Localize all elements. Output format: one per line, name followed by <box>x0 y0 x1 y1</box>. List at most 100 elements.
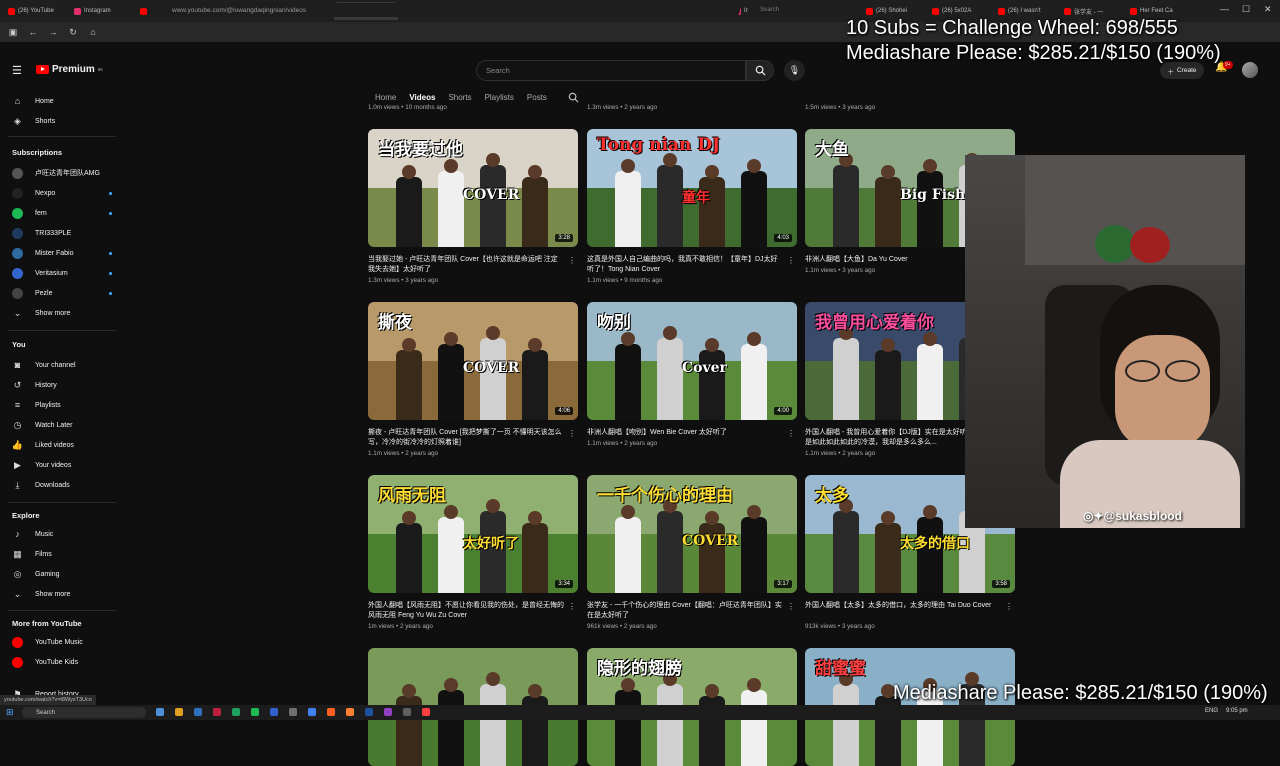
channel-avatar <box>12 267 23 279</box>
sidebar-item-download[interactable]: ⤓ Downloads <box>12 475 112 495</box>
sidebar-item-subscription[interactable]: Pezle <box>12 283 112 303</box>
sidebar-item-gaming[interactable]: ◎ Gaming <box>12 564 112 584</box>
sidebar-item-yt-app[interactable]: YouTube Music <box>12 632 112 652</box>
taskbar-app-icon[interactable] <box>346 708 354 716</box>
video-title[interactable]: 外国人翻唱【风雨无阻】不愿让你看见我的伤处，是曾经无悔的风雨无阻 Feng Yu… <box>368 601 564 620</box>
sidebar-item-channel[interactable]: ◙ Your channel <box>12 355 112 375</box>
taskbar-app-icon[interactable] <box>213 708 221 716</box>
video-thumbnail[interactable]: 撕夜 COVER 4:06 <box>368 302 578 420</box>
video-title[interactable]: 这真是外国人自己编曲的吗，我真不敢相信！【童年】DJ太好听了！Tong Nian… <box>587 255 783 274</box>
tab-home[interactable]: Home <box>375 93 396 102</box>
windows-start-icon[interactable]: ⊞ <box>6 707 14 718</box>
maximize-icon[interactable]: ☐ <box>1242 4 1250 15</box>
twitter-icon: ✦ <box>1093 509 1104 523</box>
browser-search-field[interactable]: Search <box>748 3 840 17</box>
taskbar-app-icon[interactable] <box>270 708 278 716</box>
sidebar-item-subscription[interactable]: fem <box>12 203 112 223</box>
sidebar-item-your-videos[interactable]: ▶ Your videos <box>12 455 112 475</box>
youtube-search-input[interactable]: Search <box>476 60 746 81</box>
taskbar-search[interactable]: Search <box>22 707 146 718</box>
more-actions-icon[interactable]: ⋮ <box>787 429 795 438</box>
person-head <box>621 678 635 692</box>
you-header[interactable]: You <box>12 340 26 349</box>
video-title[interactable]: 撕夜 - 卢旺达青年团队 Cover [我把梦撕了一页 不懂明天该怎么写，冷冷的… <box>368 428 564 447</box>
sidebar-item-home[interactable]: ⌂ Home <box>12 91 112 111</box>
forward-icon[interactable]: → <box>46 25 60 39</box>
thumbnail-caption: 大鱼 <box>815 140 849 160</box>
taskbar-app-icon[interactable] <box>327 708 335 716</box>
person-head <box>747 332 761 346</box>
sidebar-item-shorts[interactable]: ◈ Shorts <box>12 111 112 131</box>
video-thumbnail[interactable]: 一千个伤心的理由 COVER 3:17 <box>587 475 797 593</box>
back-icon[interactable]: ← <box>26 25 40 39</box>
video-thumbnail[interactable]: Tong nian DJ 童年 4:03 <box>587 129 797 247</box>
home-icon[interactable]: ⌂ <box>86 25 100 39</box>
sidebar-item-films[interactable]: ▦ Films <box>12 544 112 564</box>
sidebar-item-watch-later[interactable]: ◷ Watch Later <box>12 415 112 435</box>
account-avatar[interactable] <box>1242 62 1258 78</box>
youtube-logo[interactable]: Premium 96 <box>36 64 103 75</box>
reload-icon[interactable]: ↻ <box>66 25 80 39</box>
sidebar-item-like[interactable]: 👍 Liked videos <box>12 435 112 455</box>
url-field[interactable]: www.youtube.com/@luwangdaqingnian/videos <box>150 3 740 17</box>
tab-playlists[interactable]: Playlists <box>485 93 514 102</box>
sidebar-item-subscription[interactable]: TRI333PLE <box>12 223 112 243</box>
video-thumbnail[interactable]: 风雨无阻 太好听了 3:34 <box>368 475 578 593</box>
video-thumbnail[interactable]: 吻别 Cover 4:00 <box>587 302 797 420</box>
more-actions-icon[interactable]: ⋮ <box>787 256 795 265</box>
taskbar-app-icon[interactable] <box>308 708 316 716</box>
thumbnail-caption-secondary: COVER <box>463 360 520 376</box>
search-button[interactable] <box>746 60 774 81</box>
sidebar-item-subscription[interactable]: Veritasium <box>12 263 112 283</box>
tab-shorts[interactable]: Shorts <box>448 93 471 102</box>
sidebar-item-history[interactable]: ↺ History <box>12 375 112 395</box>
more-actions-icon[interactable]: ⋮ <box>568 429 576 438</box>
sidebar-item-yt-app[interactable]: YouTube Kids <box>12 652 112 672</box>
taskbar-app-icon[interactable] <box>384 708 392 716</box>
voice-search-button[interactable]: 🎙 <box>784 60 805 81</box>
channel-search-icon[interactable] <box>568 90 579 108</box>
taskbar-app-icon[interactable] <box>175 708 183 716</box>
video-title[interactable]: 张学友 - 一千个伤心的理由 Cover【翻唱：卢旺达青年团队】实在是太好听了 <box>587 601 783 620</box>
video-title[interactable]: 非洲人翻唱【吻别】Wen Bie Cover 太好听了 <box>587 428 783 438</box>
sidebar-item-label: Your channel <box>35 361 76 369</box>
person-head <box>486 153 500 167</box>
show-more-subscriptions[interactable]: ⌄ Show more <box>12 303 112 323</box>
video-title[interactable]: 当我娶过她 - 卢旺达青年团队 Cover【也许这就是命运吧 注定我失去她】太好… <box>368 255 564 274</box>
menu-icon[interactable]: ☰ <box>12 64 22 77</box>
taskbar-app-icon[interactable] <box>156 708 164 716</box>
thumbnail-caption: 隐形的翅膀 <box>597 659 682 679</box>
show-more-explore[interactable]: ⌄ Show more <box>12 584 112 604</box>
sidebar-item-label: Playlists <box>35 401 61 409</box>
taskbar-app-icon[interactable] <box>365 708 373 716</box>
taskbar-app-icon[interactable] <box>232 708 240 716</box>
tab-videos[interactable]: Videos <box>409 93 435 102</box>
more-actions-icon[interactable]: ⋮ <box>787 602 795 611</box>
video-title[interactable]: 外国人翻唱【太多】太多的借口，太多的理由 Tai Duo Cover <box>805 601 1001 611</box>
taskbar-app-icon[interactable] <box>422 708 430 716</box>
explore-header[interactable]: Explore <box>12 511 40 520</box>
subscriptions-header[interactable]: Subscriptions <box>12 148 62 157</box>
sidebar-item-playlists[interactable]: ≡ Playlists <box>12 395 112 415</box>
more-from-youtube-header[interactable]: More from YouTube <box>12 619 82 628</box>
sidebar-item-subscription[interactable]: Mister Fabio <box>12 243 112 263</box>
taskbar-app-icon[interactable] <box>251 708 259 716</box>
tab-posts[interactable]: Posts <box>527 93 547 102</box>
taskbar-app-icon[interactable] <box>403 708 411 716</box>
more-actions-icon[interactable]: ⋮ <box>1005 602 1013 611</box>
browser-tab[interactable]: Instagram <box>70 2 134 20</box>
more-actions-icon[interactable]: ⋮ <box>568 256 576 265</box>
taskbar-app-icon[interactable] <box>194 708 202 716</box>
sidebar-item-subscription[interactable]: Nexpo <box>12 183 112 203</box>
video-thumbnail[interactable]: 当我要过他 COVER 3:28 <box>368 129 578 247</box>
more-actions-icon[interactable]: ⋮ <box>568 602 576 611</box>
browser-tab[interactable]: (26) YouTube <box>4 2 68 20</box>
sidebar-toggle-icon[interactable]: ▣ <box>6 25 20 39</box>
close-icon[interactable]: ✕ <box>1264 4 1272 15</box>
taskbar-app-icon[interactable] <box>289 708 297 716</box>
sidebar-item-music[interactable]: ♪ Music <box>12 524 112 544</box>
sidebar-item-subscription[interactable]: 卢旺达青年团队AMG <box>12 163 112 183</box>
video-meta: 1.1m views • 2 years ago <box>587 440 658 447</box>
minimize-icon[interactable]: — <box>1220 4 1229 14</box>
tab-label: 张学友 - 一 <box>1074 9 1104 16</box>
